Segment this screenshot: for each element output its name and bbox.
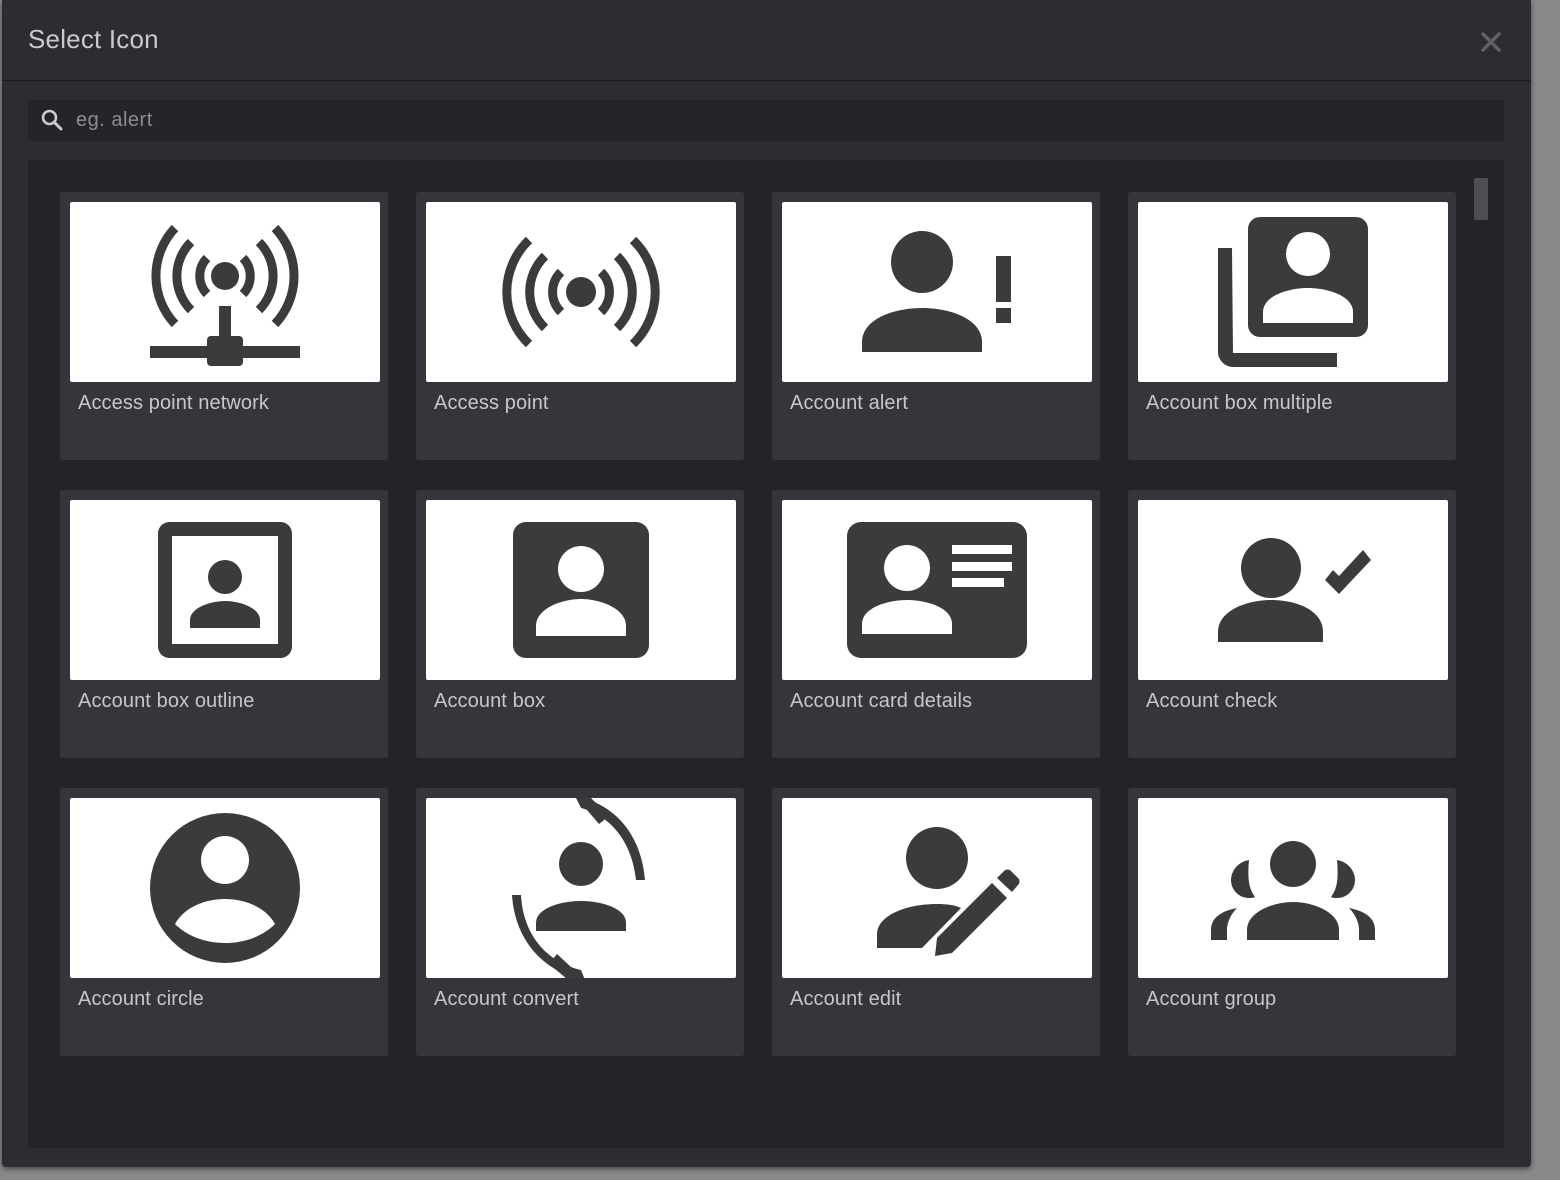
icon-preview (426, 798, 736, 978)
icon-label: Account box (434, 690, 546, 712)
icon-card[interactable]: Account card details (772, 490, 1100, 758)
icon-preview (70, 500, 380, 680)
account-circle-icon (150, 813, 300, 963)
account-card-details-icon (847, 522, 1027, 658)
icon-label: Account check (1146, 690, 1278, 712)
icon-preview (70, 202, 380, 382)
select-icon-dialog: Select Icon eg. alert Access point netwo… (2, 0, 1531, 1167)
close-icon (1481, 32, 1501, 52)
icon-card[interactable]: Account box outline (60, 490, 388, 758)
scrollbar-thumb[interactable] (1474, 178, 1488, 220)
icon-label: Account convert (434, 988, 579, 1010)
icon-label: Access point network (78, 392, 269, 414)
icon-card[interactable]: Account group (1128, 788, 1456, 1056)
icon-label: Account group (1146, 988, 1277, 1010)
icon-preview (782, 202, 1092, 382)
icon-preview (1138, 500, 1448, 680)
close-button[interactable] (1477, 28, 1505, 56)
icon-label: Account alert (790, 392, 909, 414)
icon-preview (426, 202, 736, 382)
account-group-icon (1211, 841, 1375, 940)
icon-label: Account card details (790, 690, 973, 712)
search-input[interactable] (76, 100, 1486, 141)
icon-card[interactable]: Access point network (60, 192, 388, 460)
icon-label: Account circle (78, 988, 204, 1010)
account-box-icon (513, 522, 649, 658)
dialog-title: Select Icon (28, 24, 159, 54)
search-box (28, 100, 1504, 141)
icon-card[interactable]: Account convert (416, 788, 744, 1056)
access-point-icon (502, 236, 660, 348)
icon-label: Account box multiple (1146, 392, 1333, 414)
icon-preview (1138, 202, 1448, 382)
icon-preview (1138, 798, 1448, 978)
access-point-network-icon (150, 224, 300, 366)
account-box-outline-icon (158, 522, 292, 658)
icon-card[interactable]: Access point (416, 192, 744, 460)
account-box-multiple-icon (1218, 217, 1368, 367)
search-icon (41, 109, 63, 131)
icon-grid-panel: Access point network Access point Accoun… (28, 160, 1504, 1148)
icon-preview (782, 798, 1092, 978)
icon-card[interactable]: Account box multiple (1128, 192, 1456, 460)
icon-preview (782, 500, 1092, 680)
icon-grid: Access point network Access point Accoun… (60, 192, 1460, 1056)
dialog-header: Select Icon (2, 0, 1531, 81)
icon-label: Account box outline (78, 690, 255, 712)
account-check-icon (1218, 538, 1371, 642)
icon-label: Access point (434, 392, 549, 414)
icon-card[interactable]: Account alert (772, 192, 1100, 460)
icon-card[interactable]: Account box (416, 490, 744, 758)
icon-card[interactable]: Account edit (772, 788, 1100, 1056)
icon-preview (426, 500, 736, 680)
icon-card[interactable]: Account circle (60, 788, 388, 1056)
icon-card[interactable]: Account check (1128, 490, 1456, 758)
account-edit-icon (877, 827, 1020, 956)
grid-scrollbar[interactable] (1474, 176, 1488, 1068)
account-convert-icon (512, 798, 645, 978)
icon-preview (70, 798, 380, 978)
account-alert-icon (862, 231, 1011, 352)
icon-label: Account edit (790, 988, 902, 1010)
